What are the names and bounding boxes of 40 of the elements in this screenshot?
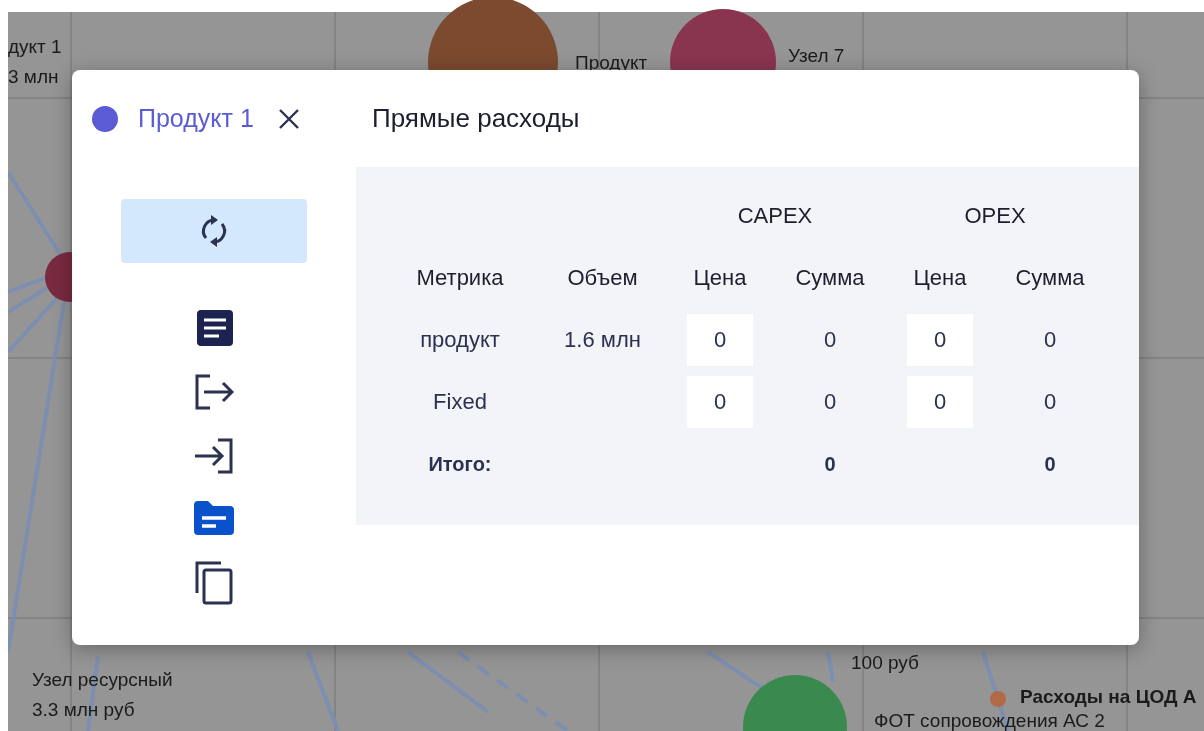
total-value: 0 xyxy=(1043,452,1057,476)
table-cell-text: продукт xyxy=(419,327,501,353)
export-icon xyxy=(194,373,234,411)
node-label: Расходы на ЦОД А xyxy=(1020,686,1197,708)
price-input[interactable]: 0 xyxy=(687,376,753,428)
node-label: 3 млн xyxy=(8,66,59,88)
total-label: Итого: xyxy=(427,452,493,476)
graph-node[interactable] xyxy=(990,691,1006,707)
document-icon xyxy=(195,309,233,347)
close-icon xyxy=(277,107,300,130)
column-group-header: OPEX xyxy=(963,203,1027,229)
column-header: Цена xyxy=(912,265,968,291)
status-dot-icon xyxy=(92,105,118,132)
price-input[interactable]: 0 xyxy=(907,314,973,366)
import-icon xyxy=(194,437,234,475)
section-title: Прямые расходы xyxy=(371,102,581,135)
node-label: Узел ресурсный xyxy=(32,669,173,691)
column-group-header: CAPEX xyxy=(736,203,814,229)
table-cell-text: 0 xyxy=(822,327,838,353)
dialog-title: Продукт 1 xyxy=(138,104,254,133)
table-cell-text: 0 xyxy=(1042,327,1058,353)
copy-icon xyxy=(195,561,233,605)
table-cell-text: 0 xyxy=(1042,389,1058,415)
table-cell-text: 1.6 млн xyxy=(563,327,642,353)
column-header: Объем xyxy=(566,265,639,291)
column-header: Метрика xyxy=(415,265,505,291)
total-value: 0 xyxy=(823,452,837,476)
node-label: 100 руб xyxy=(851,652,919,674)
node-label: дукт 1 xyxy=(8,36,62,58)
column-header: Сумма xyxy=(794,265,866,291)
folder-icon xyxy=(194,501,234,535)
column-header: Сумма xyxy=(1014,265,1086,291)
price-input[interactable]: 0 xyxy=(687,314,753,366)
table-cell-text: Fixed xyxy=(432,389,488,415)
node-label: Узел 7 xyxy=(788,45,845,67)
node-label: 3.3 млн руб xyxy=(32,699,135,721)
table-cell-text: 0 xyxy=(822,389,838,415)
column-header: Цена xyxy=(692,265,748,291)
node-label: ФОТ сопровождения АС 2 xyxy=(874,710,1105,731)
price-input[interactable]: 0 xyxy=(907,376,973,428)
